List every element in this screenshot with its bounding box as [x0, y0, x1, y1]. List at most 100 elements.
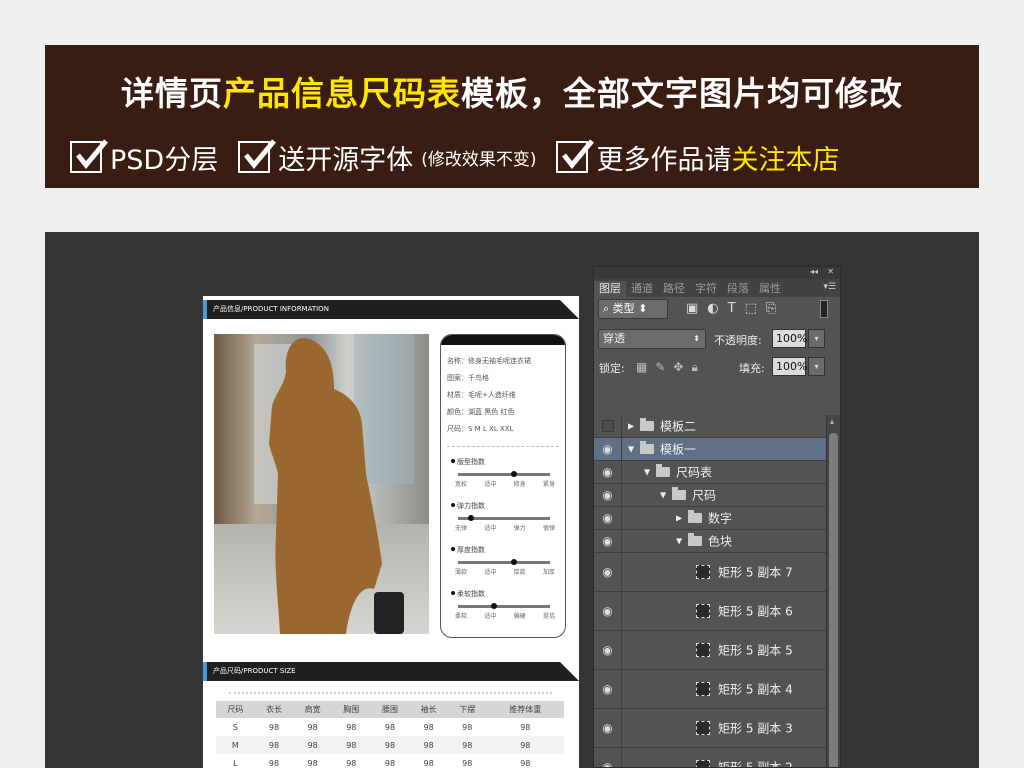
index-track: [458, 559, 550, 565]
fill-input[interactable]: 100%: [772, 357, 807, 376]
banner-title: 详情页产品信息尺码表模板，全部文字图片均可修改: [45, 67, 979, 115]
index-knob: [511, 559, 518, 565]
eye-icon[interactable]: ◉: [594, 484, 622, 506]
layer-name: 矩形 5 副本 3: [718, 721, 793, 736]
tab-channels[interactable]: 通道: [626, 281, 658, 297]
table-cell: 98: [268, 722, 280, 732]
lock-icons: ▦ ✎ ✥ 🔒︎: [636, 360, 698, 375]
layer-row[interactable]: ◉ ▶ 数字: [594, 507, 828, 530]
adjustment-filter-icon[interactable]: ◐: [707, 301, 718, 316]
expand-down-icon[interactable]: ▼: [660, 491, 666, 500]
lock-move-icon[interactable]: ✥: [673, 360, 683, 375]
type-filter-icon[interactable]: T: [728, 301, 736, 316]
eye-icon[interactable]: ◉: [594, 438, 622, 460]
index-labels: 薄款 适中 厚款 加厚: [455, 567, 555, 576]
shape-filter-icon[interactable]: ⬚: [745, 301, 757, 316]
index-label: 无弹: [455, 525, 468, 532]
index-label: 弹力: [513, 525, 526, 532]
folder-icon: [640, 441, 654, 454]
eye-icon[interactable]: ◉: [594, 507, 622, 529]
tab-character[interactable]: 字符: [690, 281, 722, 297]
tab-paths[interactable]: 路径: [658, 281, 690, 297]
index-labels: 宽松 适中 修身 紧身: [455, 479, 555, 488]
fill-dropdown[interactable]: ▾: [808, 357, 825, 376]
index-label: 偏硬: [513, 613, 526, 620]
eye-icon[interactable]: ◉: [594, 670, 622, 708]
expand-down-icon[interactable]: ▼: [676, 537, 682, 546]
layer-row[interactable]: ◉ ▼ 尺码表: [594, 461, 828, 484]
layer-row[interactable]: ◉ 矩形 5 副本 3: [594, 709, 828, 748]
opacity-label: 不透明度:: [714, 334, 762, 347]
expand-down-icon[interactable]: ▼: [644, 468, 650, 477]
index-labels: 柔软 适中 偏硬 挺括: [455, 611, 555, 620]
eye-icon[interactable]: ◉: [594, 709, 622, 747]
opacity-dropdown[interactable]: ▾: [808, 329, 825, 348]
feature-label: 送开源字体: [278, 144, 414, 176]
layer-row[interactable]: ▶ 模板二: [594, 415, 828, 438]
folder-icon: [688, 510, 702, 523]
eye-icon[interactable]: ◉: [594, 748, 622, 767]
layer-row[interactable]: ◉ 矩形 5 副本 5: [594, 631, 828, 670]
layer-name: 矩形 5 副本 6: [718, 604, 793, 619]
expand-right-icon[interactable]: ▶: [628, 422, 634, 431]
index-label: 紧身: [542, 481, 555, 488]
eye-icon[interactable]: ◉: [594, 631, 622, 669]
feature-psd: PSD分层: [70, 138, 218, 177]
smart-object-filter-icon[interactable]: ⎘: [766, 301, 776, 316]
eye-icon[interactable]: ◉: [594, 592, 622, 630]
index-track: [458, 603, 550, 609]
layer-row[interactable]: ◉ 矩形 5 副本 6: [594, 592, 828, 631]
tab-properties[interactable]: 属性: [754, 281, 786, 297]
scroll-up-icon[interactable]: ▴: [830, 417, 834, 426]
eye-icon[interactable]: ◉: [594, 530, 622, 552]
product-info-card: 名称：修身无袖毛呢连衣裙 图案：千鸟格 材质：毛呢+人造纤维 颜色：湖蓝 黑色 …: [440, 334, 566, 638]
eye-icon[interactable]: ◉: [594, 461, 622, 483]
expand-right-icon[interactable]: ▶: [676, 514, 682, 523]
layers-panel: ◂◂ ✕ 图层 通道 路径 字符 段落 属性 ▾☰ ⌕ 类型 ⬍ ▣ ◐ T ⬚…: [593, 266, 841, 768]
section-accent: [203, 662, 207, 681]
layer-row[interactable]: ◉ 矩形 5 副本 7: [594, 553, 828, 592]
scrollbar-thumb[interactable]: [829, 433, 838, 767]
close-icon[interactable]: ✕: [827, 267, 834, 276]
filter-toggle[interactable]: [820, 300, 828, 318]
opacity-input[interactable]: 100%: [772, 329, 807, 348]
tab-paragraph[interactable]: 段落: [722, 281, 754, 297]
table-cell: 98: [331, 736, 371, 754]
lock-transparency-icon[interactable]: ▦: [636, 360, 647, 375]
column-header: 肩宽: [293, 701, 332, 718]
layer-filter-select[interactable]: ⌕ 类型 ⬍: [598, 299, 668, 319]
shape-thumbnail-icon: [696, 565, 710, 579]
layer-name: 尺码表: [676, 465, 713, 480]
layer-row[interactable]: ◉ 矩形 5 副本 4: [594, 670, 828, 709]
collapse-icon[interactable]: ◂◂: [810, 267, 818, 276]
visibility-off-icon[interactable]: [594, 415, 622, 437]
index-knob: [468, 515, 475, 521]
layer-row[interactable]: ◉ ▼ 色块: [594, 530, 828, 553]
lock-all-icon[interactable]: 🔒︎: [691, 360, 697, 375]
stepper-icon: ⬍: [634, 302, 648, 315]
table-cell: M: [216, 736, 255, 754]
column-header: 袖长: [409, 701, 448, 718]
banner-title-post: 模板，全部文字图片均可修改: [461, 74, 903, 113]
table-cell: 98: [268, 758, 280, 768]
index-label: 挺括: [542, 613, 555, 620]
tab-layers[interactable]: 图层: [594, 281, 626, 297]
table-cell: 98: [462, 758, 473, 768]
layer-name: 矩形 5 副本 5: [718, 643, 793, 658]
layer-name: 尺码: [692, 488, 717, 503]
expand-down-icon[interactable]: ▼: [628, 445, 634, 454]
layer-row[interactable]: ◉ 矩形 5 副本 2: [594, 748, 828, 767]
panel-menu-icon[interactable]: ▾☰: [823, 282, 836, 292]
image-filter-icon[interactable]: ▣: [686, 301, 698, 316]
eye-icon[interactable]: ◉: [594, 553, 622, 591]
index-label: 厚款: [513, 569, 526, 576]
lock-paint-icon[interactable]: ✎: [655, 360, 665, 375]
layer-scrollbar[interactable]: ▴: [826, 415, 840, 767]
index-label: 柔软: [455, 613, 468, 620]
layer-row[interactable]: ◉ ▼ 尺码: [594, 484, 828, 507]
feature-highlight: 关注本店: [731, 144, 840, 176]
feature-store: 更多作品请 关注本店: [556, 138, 839, 177]
blend-mode-select[interactable]: 穿透 ⬍: [598, 329, 706, 349]
layer-row[interactable]: ◉ ▼ 模板一: [594, 438, 828, 461]
product-photo: [214, 334, 429, 634]
